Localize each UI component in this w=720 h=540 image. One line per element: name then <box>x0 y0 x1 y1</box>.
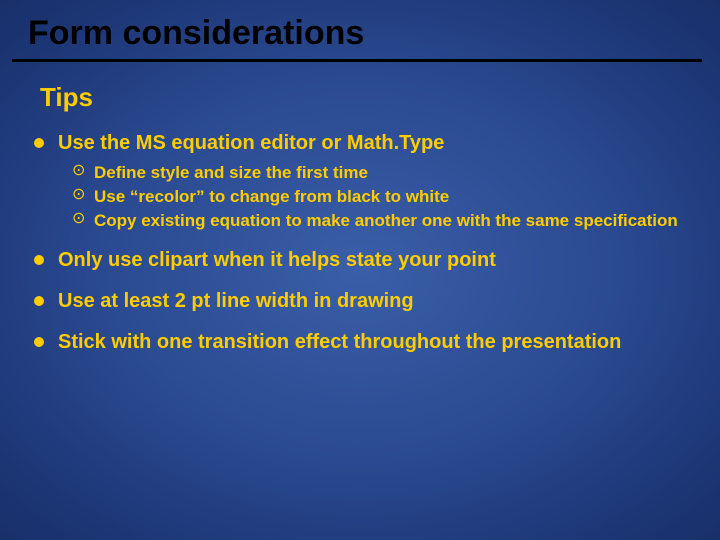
bullet-text: Stick with one transition effect through… <box>58 331 621 353</box>
sub-bullet-item: Define style and size the first time <box>72 162 690 184</box>
slide-title: Form considerations <box>28 14 720 53</box>
bullet-item: Stick with one transition effect through… <box>22 330 720 355</box>
title-block: Form considerations <box>0 0 720 53</box>
sub-bullet-list: Define style and size the first time Use… <box>58 162 690 232</box>
sub-bullet-text: Define style and size the first time <box>94 163 368 182</box>
sub-bullet-text: Copy existing equation to make another o… <box>94 211 678 230</box>
bullet-list: Use the MS equation editor or Math.Type … <box>22 131 720 355</box>
bullet-item: Only use clipart when it helps state you… <box>22 248 720 273</box>
bullet-item: Use at least 2 pt line width in drawing <box>22 289 720 314</box>
content-area: Use the MS equation editor or Math.Type … <box>22 131 720 355</box>
title-underline <box>12 59 702 62</box>
sub-bullet-text: Use “recolor” to change from black to wh… <box>94 187 449 206</box>
bullet-item: Use the MS equation editor or Math.Type … <box>22 131 720 232</box>
bullet-text: Only use clipart when it helps state you… <box>58 249 496 271</box>
sub-bullet-item: Use “recolor” to change from black to wh… <box>72 186 690 208</box>
bullet-text: Use at least 2 pt line width in drawing <box>58 290 414 312</box>
bullet-text: Use the MS equation editor or Math.Type <box>58 132 444 154</box>
slide-subtitle: Tips <box>40 82 720 113</box>
sub-bullet-item: Copy existing equation to make another o… <box>72 210 690 232</box>
